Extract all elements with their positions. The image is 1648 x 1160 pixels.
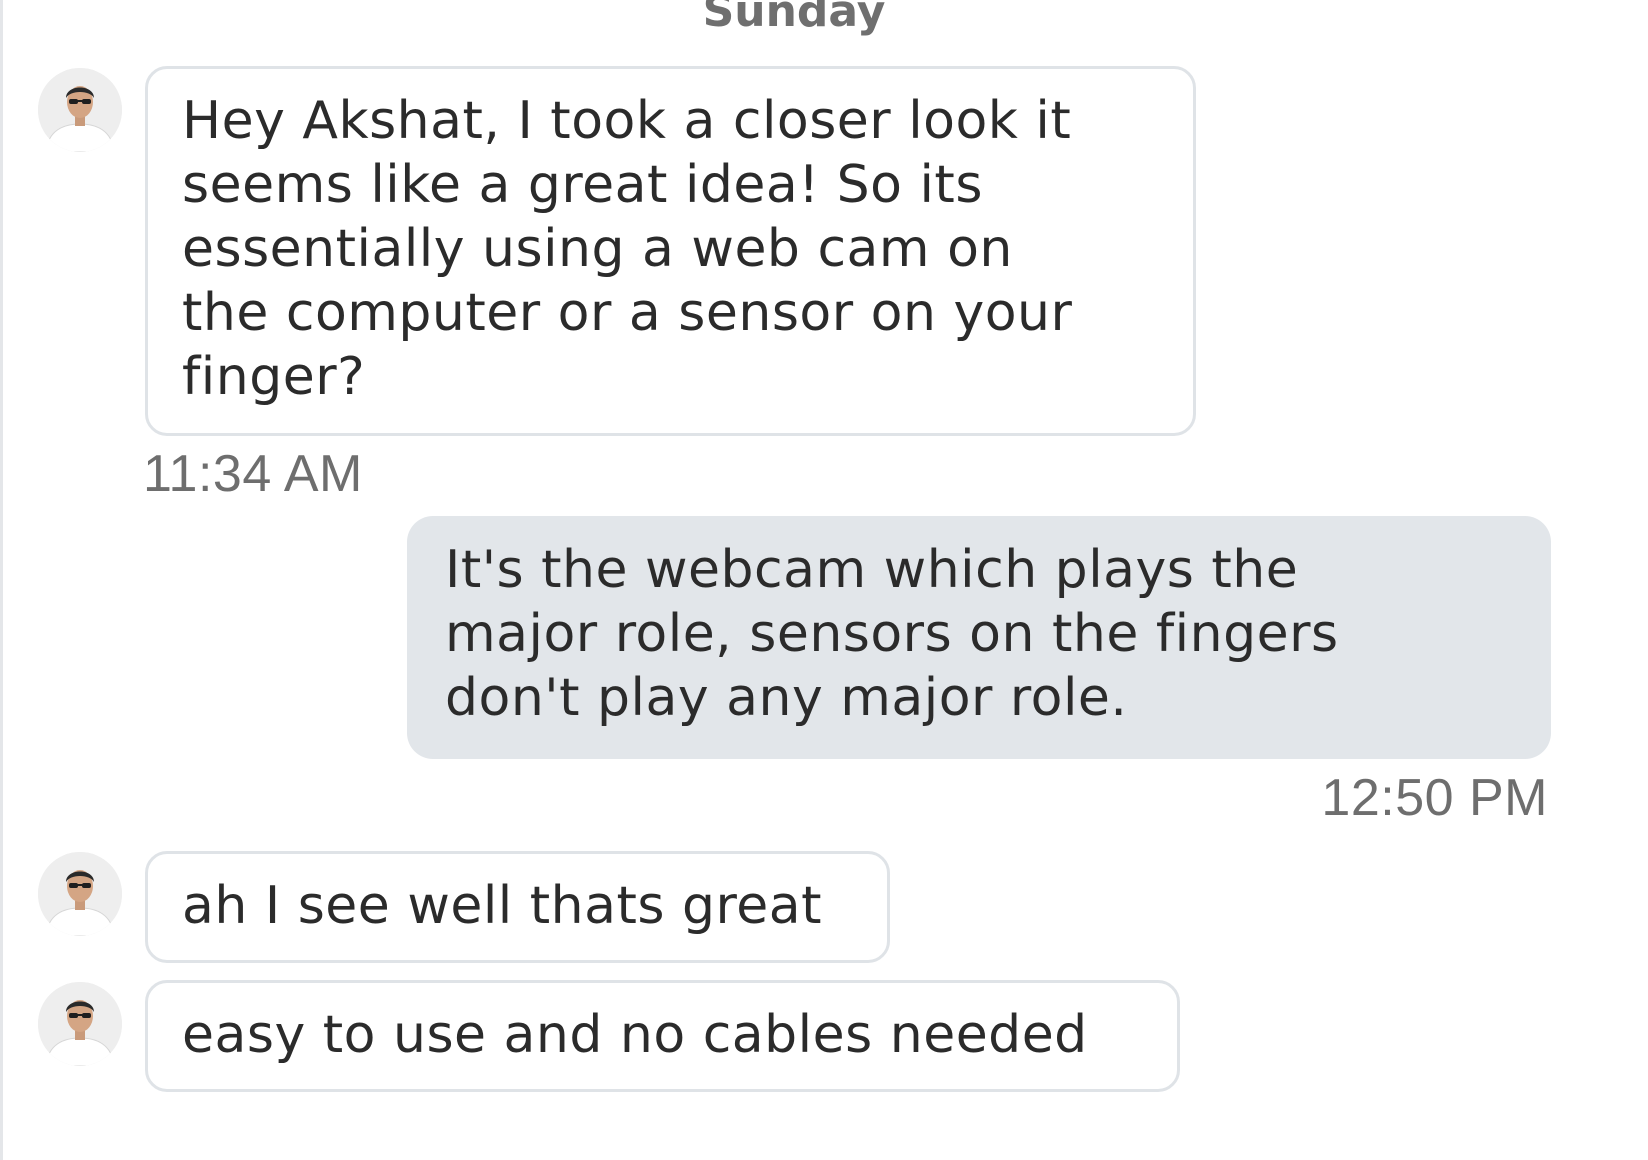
message-timestamp: 12:50 PM bbox=[1321, 769, 1548, 827]
message-text-line: don't play any major role. bbox=[445, 668, 1128, 728]
message-text-line: seems like a great idea! So its bbox=[182, 155, 983, 215]
message-text-line: major role, sensors on the fingers bbox=[445, 604, 1339, 664]
date-separator: Sunday bbox=[702, 0, 886, 37]
avatar[interactable] bbox=[38, 852, 122, 936]
message-bubble-incoming[interactable]: ah I see well thats great bbox=[145, 851, 890, 963]
person-avatar-icon bbox=[38, 982, 122, 1066]
person-avatar-icon bbox=[38, 852, 122, 936]
message-text-line: Hey Akshat, I took a closer look it bbox=[182, 91, 1072, 151]
message-bubble-incoming[interactable]: Hey Akshat, I took a closer look it seem… bbox=[145, 66, 1196, 436]
message-text-line: ah I see well thats great bbox=[182, 876, 822, 936]
message-text-line: It's the webcam which plays the bbox=[445, 540, 1299, 600]
avatar[interactable] bbox=[38, 982, 122, 1066]
message-text-line: essentially using a web cam on bbox=[182, 219, 1013, 279]
message-bubble-outgoing[interactable]: It's the webcam which plays the major ro… bbox=[407, 516, 1551, 759]
chat-panel-border bbox=[0, 0, 3, 1160]
avatar[interactable] bbox=[38, 68, 122, 152]
message-text-line: the computer or a sensor on your bbox=[182, 283, 1073, 343]
message-text-line: finger? bbox=[182, 347, 366, 407]
message-bubble-incoming[interactable]: easy to use and no cables needed bbox=[145, 980, 1180, 1092]
message-text-line: easy to use and no cables needed bbox=[182, 1005, 1088, 1065]
message-timestamp: 11:34 AM bbox=[143, 445, 363, 503]
person-avatar-icon bbox=[38, 68, 122, 152]
